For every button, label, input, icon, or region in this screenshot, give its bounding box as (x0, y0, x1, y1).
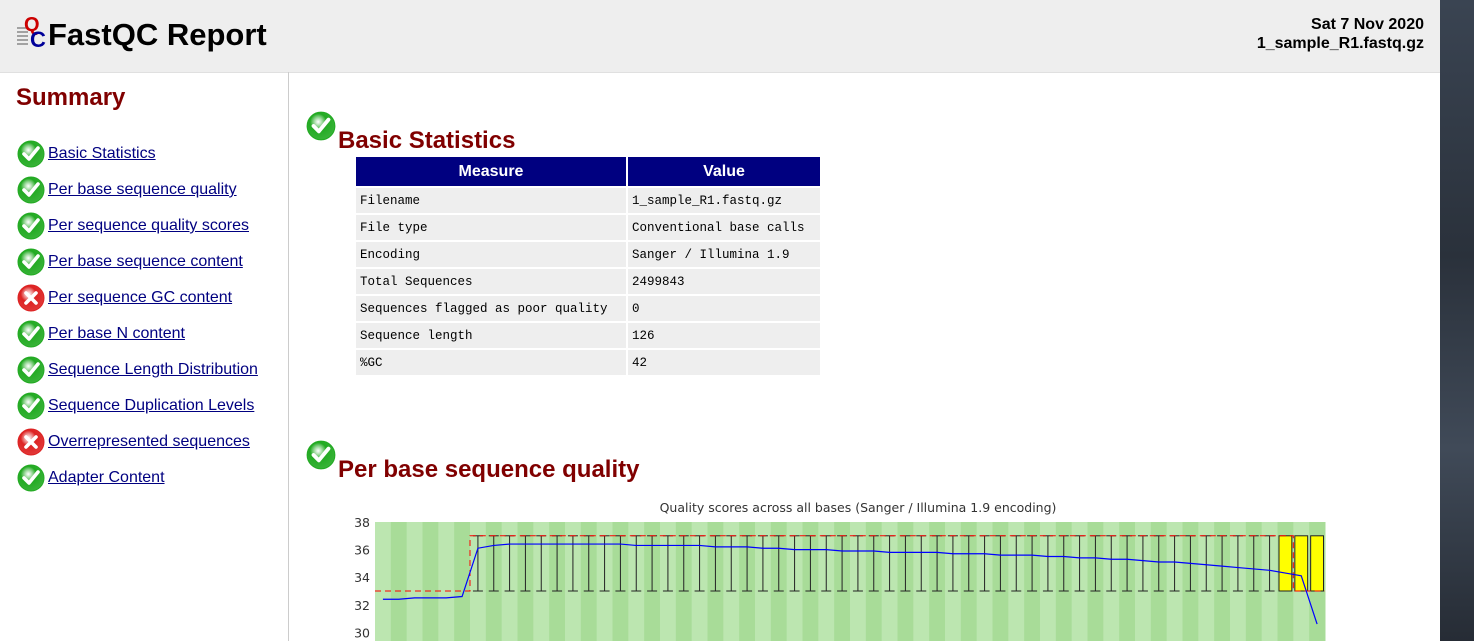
pass-icon (17, 320, 45, 348)
column-header-value: Value (628, 157, 820, 186)
summary-link[interactable]: Sequence Duplication Levels (48, 397, 254, 415)
pass-icon (17, 176, 45, 204)
fastqc-logo-icon: Q C (17, 14, 46, 50)
svg-text:C: C (30, 27, 46, 50)
summary-item: Per sequence quality scores (16, 208, 258, 244)
measure-cell: Filename (356, 188, 626, 213)
summary-item: Basic Statistics (16, 136, 258, 172)
quality-zone-band (375, 522, 392, 641)
summary-link[interactable]: Overrepresented sequences (48, 433, 250, 451)
summary-item: Sequence Length Distribution (16, 352, 258, 388)
summary-list: Basic Statistics Per base sequence qualit… (16, 136, 258, 496)
quality-zone-band (406, 522, 423, 641)
section-title-basic-statistics: Basic Statistics (338, 127, 516, 154)
value-cell: 1_sample_R1.fastq.gz (628, 188, 820, 213)
summary-link[interactable]: Per base sequence quality (48, 181, 237, 199)
summary-item: Per base sequence content (16, 244, 258, 280)
table-row: Sequence length 126 (356, 323, 820, 348)
section-per-base-quality: Per base sequence quality (305, 440, 640, 484)
quality-box (1294, 535, 1309, 592)
summary-link[interactable]: Adapter Content (48, 469, 165, 487)
chart-title: Quality scores across all bases (Sanger … (660, 500, 1057, 515)
y-tick-label: 30 (354, 625, 370, 640)
pass-icon (306, 440, 336, 470)
summary-link[interactable]: Per base sequence content (48, 253, 243, 271)
summary-item: Per sequence GC content (16, 280, 258, 316)
pass-icon (17, 392, 45, 420)
value-cell: 126 (628, 323, 820, 348)
main-content: Basic Statistics Measure Value Filename 1… (289, 72, 1440, 641)
quality-zone-band (422, 522, 439, 641)
y-tick-label: 36 (354, 543, 370, 558)
summary-link[interactable]: Per sequence quality scores (48, 217, 249, 235)
per-base-quality-chart: Quality scores across all bases (Sanger … (354, 500, 1326, 641)
pass-icon (17, 248, 45, 276)
value-cell: Conventional base calls (628, 215, 820, 240)
basic-statistics-table: Measure Value Filename 1_sample_R1.fastq.… (354, 155, 822, 377)
quality-zone-band (438, 522, 455, 641)
pass-icon (305, 440, 338, 484)
measure-cell: %GC (356, 350, 626, 375)
y-tick-label: 32 (354, 598, 370, 613)
y-tick-label: 38 (354, 515, 370, 530)
pass-icon (306, 111, 336, 141)
measure-cell: File type (356, 215, 626, 240)
table-row: Filename 1_sample_R1.fastq.gz (356, 188, 820, 213)
pass-icon (17, 356, 45, 384)
value-cell: 42 (628, 350, 820, 375)
table-body: Filename 1_sample_R1.fastq.gz File type Con… (356, 188, 820, 375)
chart-background-bands (375, 522, 1326, 641)
table-row: %GC 42 (356, 350, 820, 375)
header-meta: Sat 7 Nov 2020 1_sample_R1.fastq.gz (1257, 15, 1424, 53)
table-row: Total Sequences 2499843 (356, 269, 820, 294)
measure-cell: Encoding (356, 242, 626, 267)
fail-icon (17, 284, 45, 312)
summary-heading: Summary (16, 84, 126, 111)
summary-sidebar: Summary Basic Statistics Per base sequenc… (0, 72, 289, 641)
summary-item: Per base sequence quality (16, 172, 258, 208)
quality-box (1278, 535, 1293, 592)
measure-cell: Sequences flagged as poor quality (356, 296, 626, 321)
fail-icon (17, 428, 45, 456)
summary-link[interactable]: Per sequence GC content (48, 289, 232, 307)
quality-box (1310, 535, 1325, 592)
table-row: Encoding Sanger / Illumina 1.9 (356, 242, 820, 267)
pass-icon (305, 111, 338, 155)
summary-item: Sequence Duplication Levels (16, 388, 258, 424)
section-title-per-base-quality: Per base sequence quality (338, 456, 640, 483)
page-title: FastQC Report (48, 17, 267, 52)
y-tick-label: 34 (354, 570, 370, 585)
desktop-background (1440, 0, 1474, 641)
chart-y-axis: 38 36 34 32 30 (354, 515, 370, 640)
value-cell: 2499843 (628, 269, 820, 294)
pass-icon (17, 212, 45, 240)
summary-item: Overrepresented sequences (16, 424, 258, 460)
report-header: Q C FastQC Report Sat 7 Nov 2020 1_sampl… (0, 0, 1440, 73)
section-basic-statistics: Basic Statistics (305, 111, 516, 155)
summary-link[interactable]: Basic Statistics (48, 145, 156, 163)
report-page: Q C FastQC Report Sat 7 Nov 2020 1_sampl… (0, 0, 1440, 641)
summary-link[interactable]: Per base N content (48, 325, 185, 343)
table-row: Sequences flagged as poor quality 0 (356, 296, 820, 321)
measure-cell: Total Sequences (356, 269, 626, 294)
pass-icon (17, 140, 45, 168)
table-header-row: Measure Value (356, 157, 820, 186)
table-row: File type Conventional base calls (356, 215, 820, 240)
pass-icon (17, 464, 45, 492)
value-cell: 0 (628, 296, 820, 321)
summary-link[interactable]: Sequence Length Distribution (48, 361, 258, 379)
summary-item: Adapter Content (16, 460, 258, 496)
summary-item: Per base N content (16, 316, 258, 352)
report-date: Sat 7 Nov 2020 (1311, 16, 1424, 33)
report-filename: 1_sample_R1.fastq.gz (1256, 35, 1424, 52)
value-cell: Sanger / Illumina 1.9 (628, 242, 820, 267)
quality-zone-band (390, 522, 408, 641)
column-header-measure: Measure (356, 157, 626, 186)
quality-zone-band (454, 522, 471, 641)
measure-cell: Sequence length (356, 323, 626, 348)
